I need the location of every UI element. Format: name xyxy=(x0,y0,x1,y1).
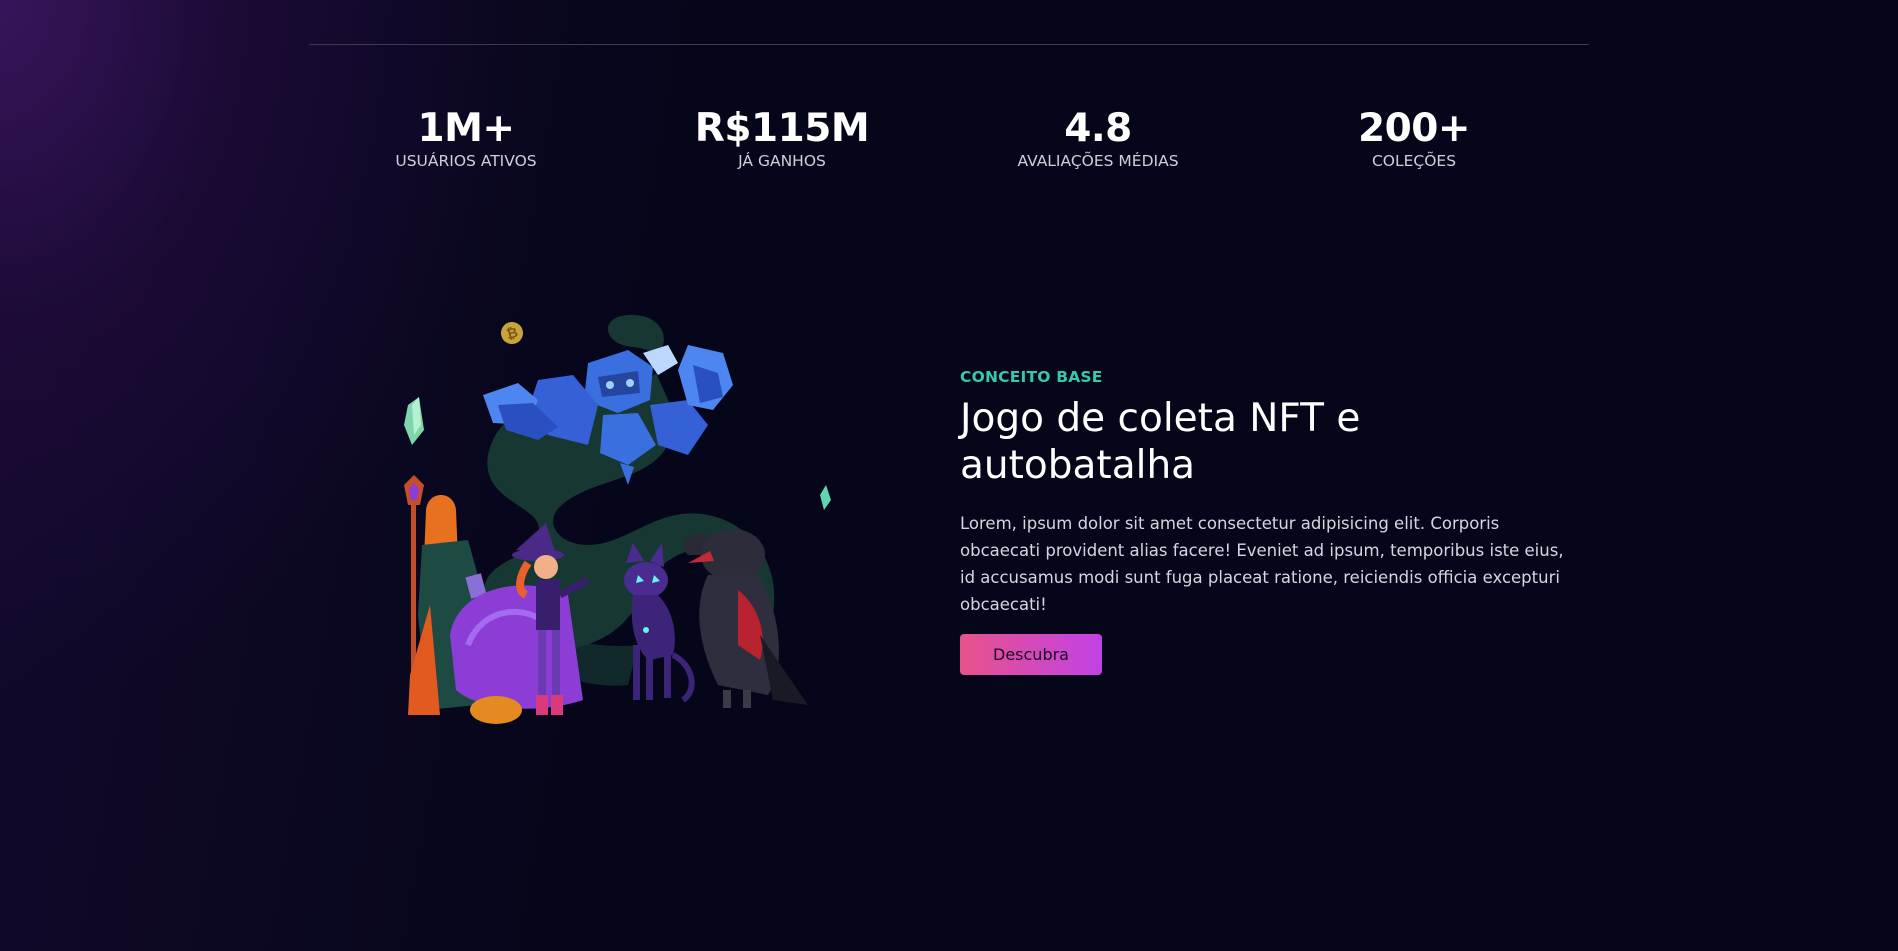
stat-value: R$115M xyxy=(694,106,870,151)
stat-value: 200+ xyxy=(1357,106,1471,151)
crystal-icon xyxy=(820,485,831,510)
stat-earned: R$115M JÁ GANHOS xyxy=(662,105,902,171)
stat-label: COLEÇÕES xyxy=(1371,152,1457,170)
stat-value: 4.8 xyxy=(1064,106,1132,151)
stat-rating: 4.8 AVALIAÇÕES MÉDIAS xyxy=(978,105,1218,171)
stat-label: USUÁRIOS ATIVOS xyxy=(395,152,537,170)
stat-collections: 200+ COLEÇÕES xyxy=(1294,105,1534,171)
section-eyebrow: CONCEITO BASE xyxy=(960,368,1103,386)
section-description: Lorem, ipsum dolor sit amet consectetur … xyxy=(960,514,1564,614)
stat-label: AVALIAÇÕES MÉDIAS xyxy=(1017,152,1179,170)
stat-label: JÁ GANHOS xyxy=(738,152,826,170)
section-title: Jogo de coleta NFT e autobatalha xyxy=(960,396,1361,488)
bitcoin-coin-icon: ₿ xyxy=(501,322,523,344)
feature-section: CONCEITO BASE Jogo de coleta NFT e autob… xyxy=(960,367,1580,675)
crystal-icon xyxy=(404,397,424,445)
stat-value: 1M+ xyxy=(417,106,515,151)
section-divider xyxy=(309,44,1589,45)
stat-active-users: 1M+ USUÁRIOS ATIVOS xyxy=(346,105,586,171)
stats-row: 1M+ USUÁRIOS ATIVOS R$115M JÁ GANHOS 4.8… xyxy=(309,105,1589,185)
discover-button[interactable]: Descubra xyxy=(960,634,1102,675)
fantasy-characters-illustration: ₿ xyxy=(388,305,858,745)
raven-creature-character xyxy=(684,529,808,708)
cat-creature-character xyxy=(624,543,695,703)
